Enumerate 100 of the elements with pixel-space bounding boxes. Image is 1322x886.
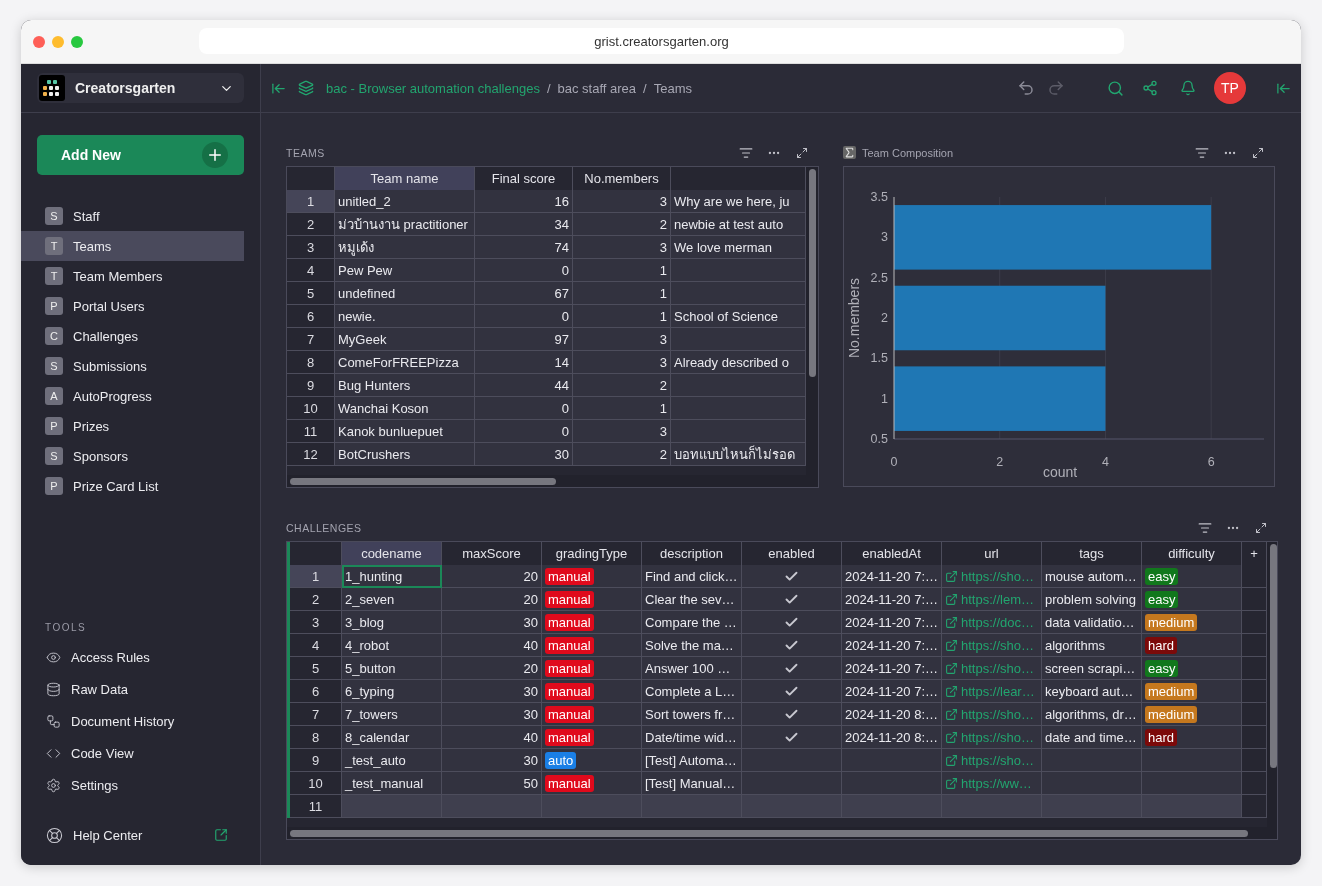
row-number[interactable]: 6 [287,305,335,328]
close-dot[interactable] [33,35,45,48]
new-row-cell[interactable] [742,795,842,818]
row-number[interactable]: 6 [290,680,342,703]
user-avatar[interactable]: TP [1214,72,1246,104]
url-link[interactable]: https://sho… [945,637,1034,653]
page-item[interactable]: T Teams [21,231,244,261]
new-row-cell[interactable] [542,795,642,818]
minimize-dot[interactable] [52,35,64,48]
row-number[interactable]: 9 [287,374,335,397]
url-link[interactable]: https://sho… [945,660,1034,676]
new-row-cell[interactable] [442,795,542,818]
page-item[interactable]: C Challenges [21,321,244,351]
page-badge: A [45,387,63,405]
new-row-cell[interactable] [842,795,942,818]
vertical-scrollbar[interactable] [1267,542,1277,839]
page-item[interactable]: A AutoProgress [21,381,244,411]
new-row-cell[interactable] [1042,795,1142,818]
database-icon [46,681,61,697]
url-link[interactable]: https://sho… [945,706,1034,722]
url-link[interactable]: https://lem… [945,591,1034,607]
page-item[interactable]: P Prizes [21,411,244,441]
page-badge: P [45,297,63,315]
difficulty-tag: medium [1145,613,1198,631]
horizontal-scrollbar[interactable] [287,827,1267,839]
page-item[interactable]: P Prize Card List [21,471,244,501]
undo-icon[interactable] [1017,79,1035,97]
horizontal-scrollbar[interactable] [287,475,806,487]
table-cell: Complete a L… [642,680,742,703]
row-number[interactable]: 8 [290,726,342,749]
page-item[interactable]: S Staff [21,201,244,231]
tool-item[interactable]: Code View [21,737,260,769]
bell-icon[interactable] [1180,80,1196,96]
new-row-cell[interactable] [642,795,742,818]
url-link[interactable]: https://ww… [945,775,1032,791]
column-header[interactable]: Team name [335,167,475,191]
external-link-icon [945,707,958,721]
row-number[interactable]: 7 [290,703,342,726]
url-link[interactable]: https://sho… [945,752,1034,768]
row-number[interactable]: 11 [290,795,342,818]
row-number[interactable]: 10 [290,772,342,795]
table-cell: 2024-11-20 8:… [842,726,942,749]
zoom-dot[interactable] [71,35,83,48]
page-badge: P [45,417,63,435]
tool-item[interactable]: Settings [21,769,260,801]
row-number[interactable]: 8 [287,351,335,374]
page-item[interactable]: T Team Members [21,261,244,291]
breadcrumb-separator: / [546,80,551,96]
row-number[interactable]: 10 [287,397,335,420]
row-number[interactable]: 3 [287,236,335,259]
row-number[interactable]: 5 [287,282,335,305]
table-cell: Sort towers fr… [642,703,742,726]
url-link[interactable]: https://sho… [945,568,1034,584]
page-item[interactable]: S Sponsors [21,441,244,471]
add-new-button[interactable]: Add New [37,135,244,175]
row-number[interactable]: 12 [287,443,335,466]
new-row-cell[interactable] [942,795,1042,818]
vertical-scrollbar[interactable] [806,167,818,487]
url-link[interactable]: https://doc… [945,614,1034,630]
help-center-link[interactable]: Help Center [21,819,260,851]
row-number[interactable]: 7 [287,328,335,351]
table-cell: _test_manual [342,772,442,795]
page-badge: S [45,447,63,465]
tool-item[interactable]: Document History [21,705,260,737]
row-number[interactable]: 9 [290,749,342,772]
table-cell: 20 [442,565,542,588]
page-label: AutoProgress [73,388,152,404]
row-number[interactable]: 4 [290,634,342,657]
table-cell: 3 [573,190,671,213]
row-number[interactable]: 2 [287,213,335,236]
page-item[interactable]: P Portal Users [21,291,244,321]
row-number[interactable]: 5 [290,657,342,680]
url-link[interactable]: https://lear… [945,683,1035,699]
column-header[interactable]: codename [342,542,442,566]
row-number[interactable]: 2 [290,588,342,611]
share-icon[interactable] [1142,80,1158,96]
row-number[interactable]: 3 [290,611,342,634]
new-row-cell[interactable] [342,795,442,818]
table-cell: 2024-11-20 7:… [842,611,942,634]
tool-item[interactable]: Raw Data [21,673,260,705]
new-row-cell[interactable] [1142,795,1242,818]
row-number[interactable]: 1 [290,565,342,588]
grading-tag: manual [545,590,594,608]
table-cell: We love merman [671,236,806,259]
table-cell: 3 [573,236,671,259]
row-number[interactable]: 1 [287,190,335,213]
row-number[interactable]: 4 [287,259,335,282]
table-cell: 3 [573,328,671,351]
breadcrumb-link[interactable]: bac - Browser automation challenges [326,80,540,96]
table-cell: School of Science [671,305,806,328]
tool-item[interactable]: Access Rules [21,641,260,673]
address-bar[interactable]: grist.creatorsgarten.org [199,28,1124,54]
breadcrumb-separator: / [643,80,647,96]
row-number[interactable]: 11 [287,420,335,443]
url-link[interactable]: https://sho… [945,729,1034,745]
search-icon[interactable] [1107,79,1124,97]
org-switcher[interactable]: Creatorsgarten [37,73,244,103]
difficulty-tag: easy [1145,590,1179,608]
table-cell: 1 [573,305,671,328]
page-item[interactable]: S Submissions [21,351,244,381]
